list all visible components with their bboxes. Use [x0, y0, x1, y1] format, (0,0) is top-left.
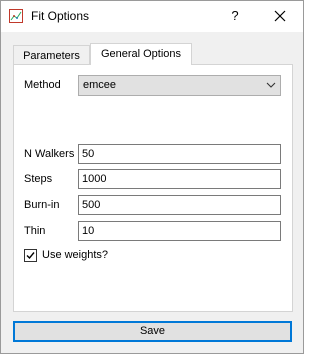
- use-weights-label: Use weights?: [42, 249, 109, 261]
- close-icon: [274, 10, 286, 22]
- steps-input[interactable]: 1000: [78, 169, 281, 189]
- title-bar: Fit Options ?: [1, 1, 303, 32]
- thin-label: Thin: [24, 225, 46, 237]
- thin-input[interactable]: 10: [78, 221, 281, 241]
- tab-parameters[interactable]: Parameters: [13, 45, 90, 64]
- method-select[interactable]: emcee: [78, 75, 281, 96]
- use-weights-checkbox[interactable]: [24, 249, 37, 262]
- method-label: Method: [24, 79, 61, 91]
- fit-options-dialog: Fit Options ? Parameters General Options…: [0, 0, 304, 354]
- general-options-panel: Method emcee N Walkers 50 Steps 1000 Bur…: [13, 64, 293, 312]
- method-value: emcee: [83, 79, 117, 91]
- help-button[interactable]: ?: [223, 5, 247, 27]
- chart-icon: [9, 9, 23, 23]
- tab-general-options[interactable]: General Options: [90, 43, 192, 65]
- window-title: Fit Options: [31, 9, 90, 23]
- n-walkers-input[interactable]: 50: [78, 144, 281, 164]
- save-button[interactable]: Save: [13, 321, 292, 342]
- chevron-down-icon: [266, 82, 276, 88]
- burn-in-input[interactable]: 500: [78, 195, 281, 215]
- steps-label: Steps: [24, 173, 53, 185]
- n-walkers-label: N Walkers: [24, 148, 75, 160]
- burn-in-label: Burn-in: [24, 199, 60, 211]
- close-button[interactable]: [267, 5, 293, 27]
- checkmark-icon: [26, 252, 35, 260]
